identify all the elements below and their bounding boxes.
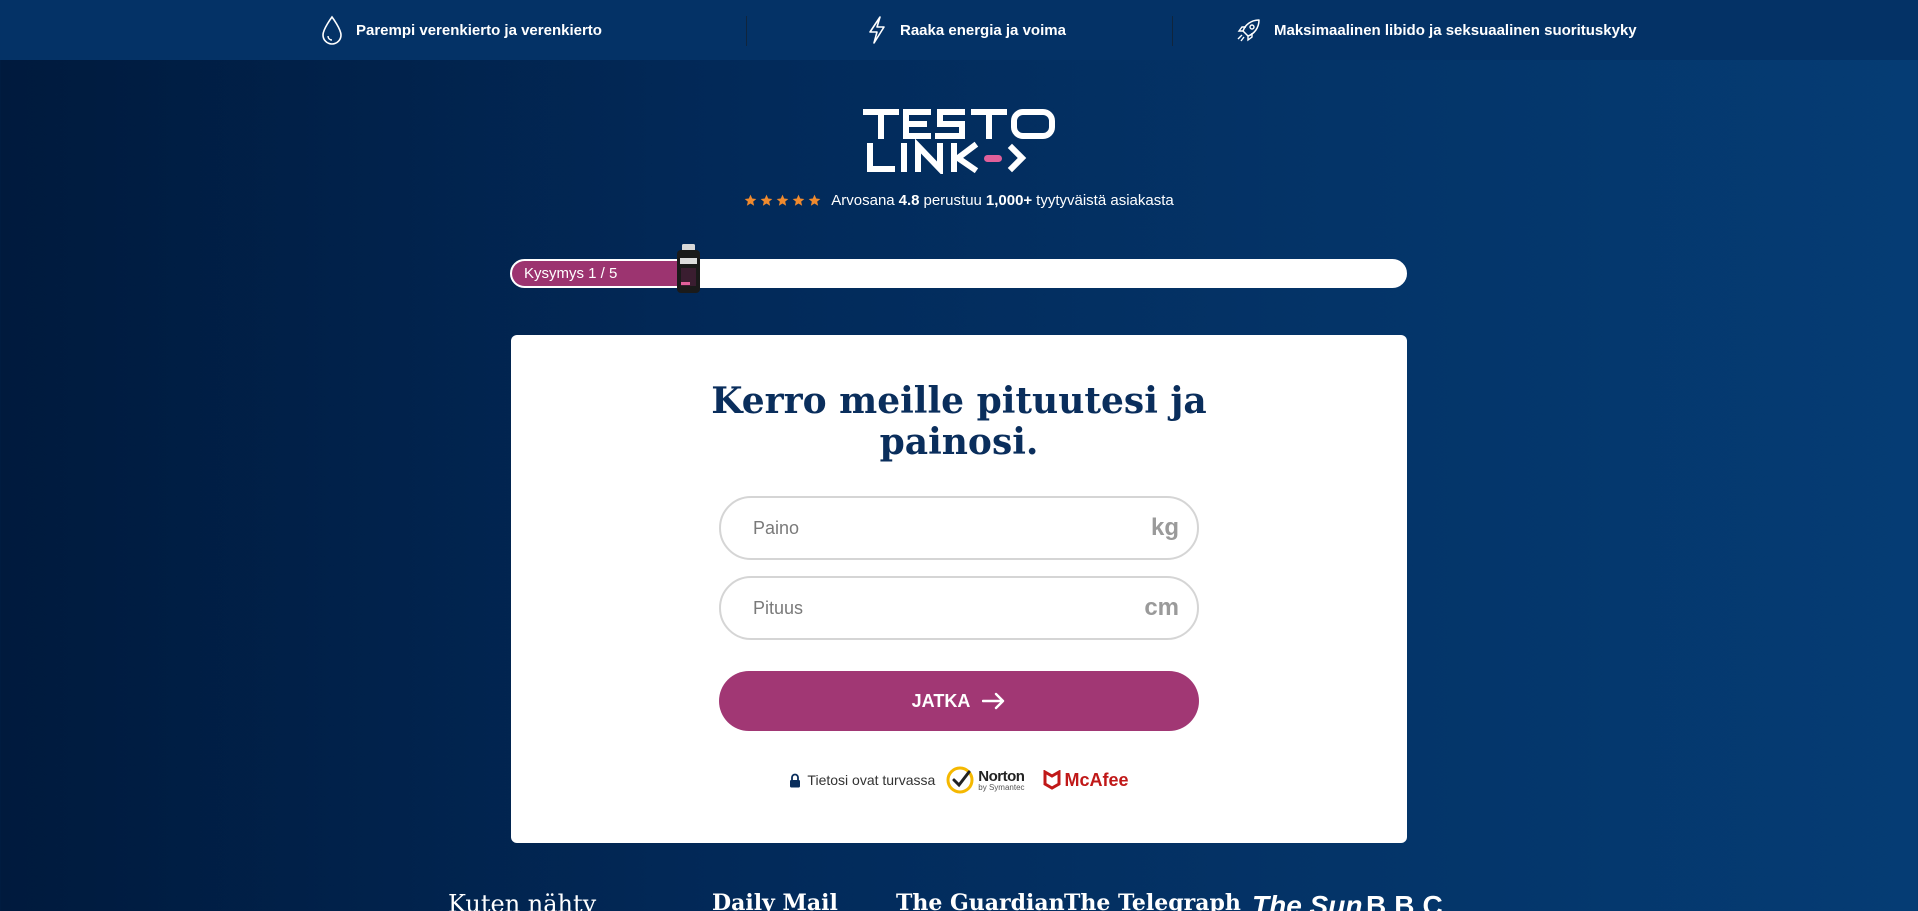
benefit-label: Parempi verenkierto ja verenkierto [356,21,602,39]
water-drop-icon [322,15,342,45]
lock-icon [790,773,801,787]
secure-text: Tietosi ovat turvassa [807,772,936,788]
weight-input[interactable] [753,517,1053,539]
quiz-card: Kerro meille pituutesi ja painosi. kg cm… [511,335,1407,843]
height-input[interactable] [753,597,1053,619]
weight-unit: kg [1150,514,1179,541]
title-line: painosi. [879,421,1039,463]
continue-button[interactable]: JATKA [719,671,1199,731]
progress-label: Kysymys 1 / 5 [524,265,618,282]
brand-logo-mark [863,109,1055,177]
divider [746,16,747,46]
press-logo-sun: The Sun [1252,890,1363,911]
benefit-circulation: Parempi verenkierto ja verenkierto [320,0,602,60]
press-logo-bbc: BBC [1366,890,1451,911]
mcafee-shield-icon [1043,770,1061,790]
question-title: Kerro meille pituutesi ja painosi. [511,381,1407,463]
divider [1172,16,1173,46]
press-logo-guardian: The Guardian [896,890,1065,911]
rating-prefix: Arvosana [831,192,895,209]
star-icon [792,194,805,206]
title-line: Kerro meille pituutesi ja [711,380,1207,422]
arrow-right-icon [982,692,1005,710]
testo-link-logo[interactable] [862,106,1058,177]
norton-sub: by Symantec [978,782,1025,792]
press-heading: Kuten nähty [448,890,597,911]
benefit-label: Maksimaalinen libido ja seksuaalinen suo… [1274,21,1637,39]
rating-line: Arvosana 4.8 perustuu 1,000+ tyytyväistä… [0,192,1918,209]
height-unit: cm [1144,594,1179,621]
norton-check-icon [946,766,974,794]
star-icon [744,194,757,206]
mcafee-name: McAfee [1064,769,1129,790]
continue-label: JATKA [911,690,971,711]
press-strip: Kuten nähty Daily Mail The Guardian The … [0,890,1918,911]
norton-badge: Norton by Symantec [945,765,1025,795]
height-field[interactable]: cm [719,576,1199,640]
rating-middle: perustuu [923,192,982,209]
security-row: Tietosi ovat turvassa Norton by Symantec… [511,765,1407,795]
top-benefits-bar: Parempi verenkierto ja verenkierto Raaka… [0,0,1918,60]
star-rating [744,194,821,207]
press-logo-telegraph: The Telegraph [1064,890,1241,911]
rating-suffix: tyytyväistä asiakasta [1036,192,1174,209]
star-icon [760,194,773,206]
rocket-icon [1237,19,1260,42]
product-bottle-icon [677,244,700,293]
press-logo-daily-mail: Daily Mail [712,890,838,911]
benefit-libido: Maksimaalinen libido ja seksuaalinen suo… [1236,0,1637,60]
star-icon [808,194,821,206]
benefit-energy: Raaka energia ja voima [866,0,1066,60]
norton-name: Norton [978,767,1025,785]
quiz-progress-bar: Kysymys 1 / 5 [510,259,1407,288]
progress-fill: Kysymys 1 / 5 [512,261,691,286]
weight-field[interactable]: kg [719,496,1199,560]
mcafee-badge: McAfee [1043,770,1129,791]
rating-score: 4.8 [898,192,920,209]
lightning-icon [869,16,885,44]
star-icon [776,194,789,206]
benefit-label: Raaka energia ja voima [900,21,1066,39]
rating-count: 1,000+ [985,192,1033,209]
